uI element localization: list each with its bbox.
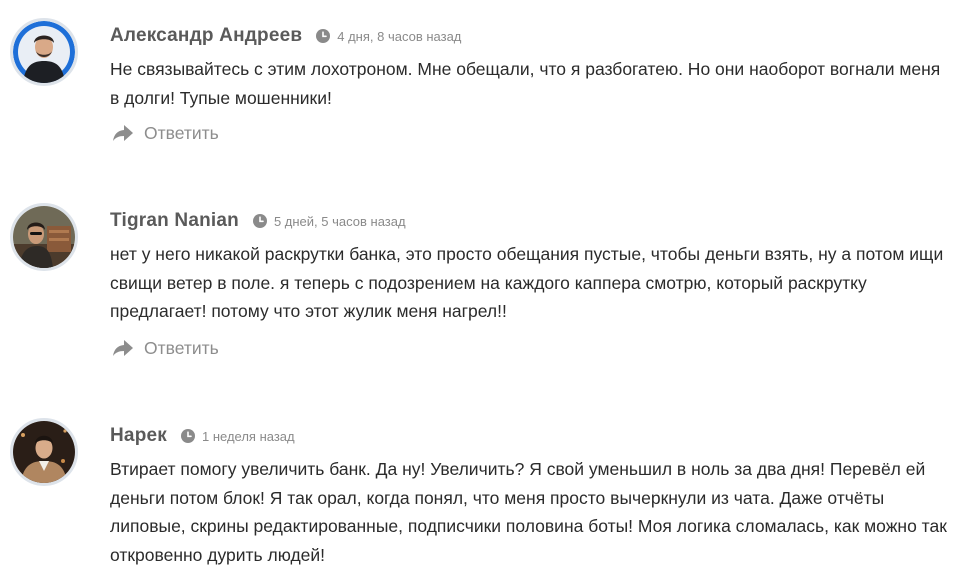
comment-meta: Tigran Nanian 5 дней, 5 часов назад (110, 209, 406, 233)
reply-button[interactable]: Ответить (112, 121, 219, 145)
reply-label: Ответить (144, 122, 219, 143)
comment-time[interactable]: 1 неделя назад (202, 429, 295, 444)
comment-time[interactable]: 4 дня, 8 часов назад (337, 29, 461, 44)
comment-text: Не связывайтесь с этим лохотроном. Мне о… (110, 59, 941, 108)
reply-button[interactable]: Ответить (112, 336, 219, 360)
comment-meta: Нарек 1 неделя назад (110, 424, 295, 448)
comment-author[interactable]: Tigran Nanian (110, 210, 239, 232)
avatar[interactable] (10, 418, 78, 486)
comments-list: Александр Андреев 4 дня, 8 часов назад Н… (0, 0, 958, 574)
avatar[interactable] (10, 18, 78, 86)
reply-arrow-icon (112, 339, 134, 357)
comment-author[interactable]: Нарек (110, 425, 167, 447)
avatar-image (13, 421, 75, 483)
reply-arrow-icon (112, 124, 134, 142)
comment-text: нет у него никакой раскрутки банка, это … (110, 244, 944, 321)
avatar-image (13, 21, 75, 83)
clock-icon (316, 29, 331, 43)
reply-label: Ответить (144, 337, 219, 358)
comment-author[interactable]: Александр Андреев (110, 25, 302, 47)
comment-meta: Александр Андреев 4 дня, 8 часов назад (110, 24, 461, 48)
avatar-image (13, 206, 75, 268)
clock-icon (180, 429, 195, 443)
avatar[interactable] (10, 203, 78, 271)
comment-text: Втирает помогу увеличить банк. Да ну! Ув… (110, 459, 947, 565)
comment-time[interactable]: 5 дней, 5 часов назад (274, 214, 406, 229)
clock-icon (252, 214, 267, 228)
